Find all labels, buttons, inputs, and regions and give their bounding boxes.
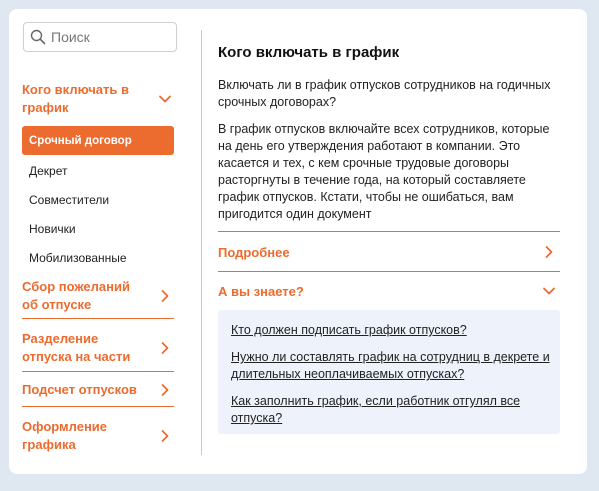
did-you-know-panel: Кто должен подписать график отпусков? Ну… [218,310,560,434]
chevron-right-icon [161,384,169,396]
sidebar-item-maternity-leave[interactable]: Декрет [22,156,174,185]
sidebar-section-vacation-count[interactable]: Подсчет отпусков [22,381,174,399]
sidebar-item-label: Совместители [29,192,110,207]
chevron-right-icon [161,342,169,354]
sidebar-section-vacation-wishes[interactable]: Сбор пожеланий об отпуске [22,278,174,314]
search-input[interactable] [51,29,171,45]
chevron-down-icon [543,287,555,295]
sidebar-item-label: Декрет [29,163,68,178]
accordion-label: Подробнее [218,244,290,260]
answer-text: В график отпусков включайте всех сотрудн… [218,122,550,221]
accordion-divider [218,271,560,272]
sidebar: Кого включать в график Срочный договор Д… [22,22,184,452]
sidebar-item-part-timers[interactable]: Совместители [22,185,174,214]
link-used-all-vacations[interactable]: Как заполнить график, если работник отгу… [231,393,551,427]
sidebar-item-mobilized[interactable]: Мобилизованные [22,243,174,272]
accordion-did-you-know[interactable]: А вы знаете? [218,281,560,301]
chevron-down-icon [159,95,171,103]
sidebar-section-label: Сбор пожеланий об отпуске [22,279,130,312]
search-box[interactable] [23,22,177,52]
chevron-right-icon [161,290,169,302]
sidebar-item-newcomers[interactable]: Новички [22,214,174,243]
question-text: Включать ли в график отпусков сотруднико… [218,78,551,109]
chevron-right-icon [545,246,553,258]
sidebar-item-label: Новички [29,221,76,236]
accordion-label: А вы знаете? [218,283,304,299]
accordion-divider [218,231,560,232]
accordion-more-details[interactable]: Подробнее [218,242,560,262]
section-divider [22,371,174,372]
sidebar-item-fixed-term-contract[interactable]: Срочный договор [22,126,174,155]
sidebar-section-label: Подсчет отпусков [22,382,137,397]
section-divider [22,406,174,407]
link-who-signs-schedule[interactable]: Кто должен подписать график отпусков? [231,322,551,339]
vertical-divider [201,30,202,455]
sidebar-section-split-vacation[interactable]: Разделение отпуска на части [22,330,174,366]
page-title: Кого включать в график [218,44,400,61]
link-maternity-schedule[interactable]: Нужно ли составлять график на сотрудниц … [231,349,551,383]
chevron-right-icon [161,430,169,442]
section-divider [22,318,174,319]
sidebar-section-schedule-formatting[interactable]: Оформление графика [22,418,174,454]
sidebar-section-who-to-include[interactable]: Кого включать в график [22,81,174,117]
sidebar-section-label: Оформление графика [22,419,108,452]
sidebar-section-label: Кого включать в график [22,82,129,115]
sidebar-item-label: Мобилизованные [29,250,127,265]
sidebar-section-label: Разделение отпуска на части [22,331,131,364]
sidebar-item-label: Срочный договор [29,134,132,147]
search-icon [30,29,46,45]
